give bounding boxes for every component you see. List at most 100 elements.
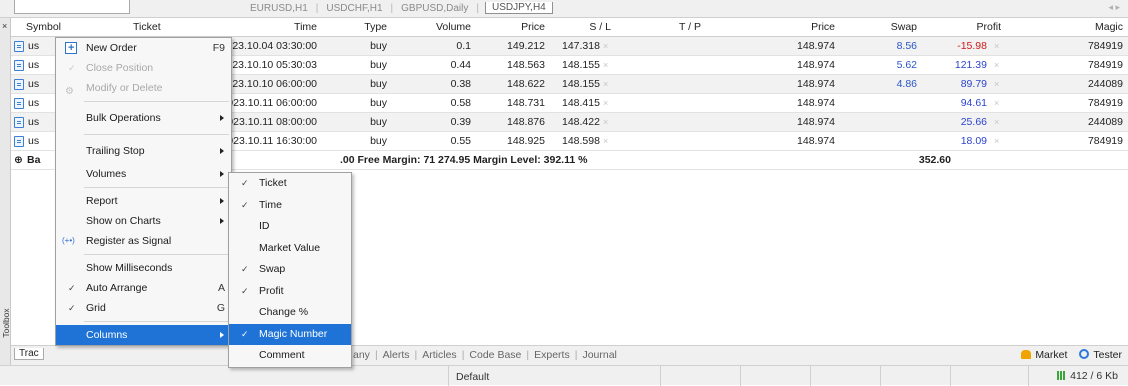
menu-register-signal[interactable]: (+•) Register as Signal xyxy=(56,231,231,251)
menu-separator xyxy=(84,101,229,102)
menu-columns[interactable]: Columns xyxy=(56,325,231,345)
chart-tab[interactable]: USDCHF,H1 xyxy=(324,3,384,14)
cell-symbol: us xyxy=(28,59,40,71)
column-option[interactable]: ✓ Profit xyxy=(229,281,351,303)
close-position-icon[interactable]: × xyxy=(994,56,999,75)
toolbox-label: Toolbox xyxy=(1,308,11,338)
col-symbol[interactable]: Symbol xyxy=(26,18,61,37)
check-icon: ✓ xyxy=(241,264,249,274)
tab-journal[interactable]: Journal xyxy=(577,349,621,361)
column-option[interactable]: Change % xyxy=(229,302,351,324)
column-option[interactable]: ✓ Swap xyxy=(229,259,351,281)
status-divider xyxy=(950,366,951,386)
cell-sl[interactable]: 147.318 × xyxy=(562,37,608,56)
tab-code-base[interactable]: Code Base xyxy=(464,349,526,361)
menu-trailing-stop[interactable]: Trailing Stop xyxy=(56,138,231,164)
tab-articles[interactable]: Articles xyxy=(417,349,461,361)
cell-type: buy xyxy=(370,78,387,90)
menu-label: Bulk Operations xyxy=(86,112,161,124)
cell-tp xyxy=(641,56,701,75)
menu-close-position[interactable]: ✓ Close Position xyxy=(56,58,231,78)
column-option[interactable]: ✓ Magic Number xyxy=(229,323,351,345)
cell-sl[interactable]: 148.598 × xyxy=(562,132,608,151)
cell-current-price: 148.974 xyxy=(797,97,835,109)
col-current-price[interactable]: Price xyxy=(771,18,835,37)
cell-price: 149.212 xyxy=(507,40,545,52)
chart-tab-blank[interactable] xyxy=(14,0,130,14)
tab-scroll-arrows-icon[interactable]: ◂ ▸ xyxy=(1108,2,1120,13)
remove-sl-icon[interactable]: × xyxy=(603,98,608,108)
cell-sl[interactable]: 148.155 × xyxy=(562,56,608,75)
chart-tab-active[interactable]: USDJPY,H4 xyxy=(485,2,553,14)
menu-bulk-operations[interactable]: Bulk Operations xyxy=(56,105,231,131)
remove-sl-icon[interactable]: × xyxy=(603,136,608,146)
cell-symbol: us xyxy=(28,78,40,90)
column-option[interactable]: Market Value xyxy=(229,238,351,260)
position-icon xyxy=(14,98,24,109)
cell-sl[interactable]: 148.155 × xyxy=(562,75,608,94)
col-time[interactable]: Time xyxy=(231,18,317,37)
menu-show-milliseconds[interactable]: Show Milliseconds xyxy=(56,258,231,278)
menu-auto-arrange[interactable]: ✓ Auto Arrange A xyxy=(56,278,231,298)
remove-sl-icon[interactable]: × xyxy=(603,60,608,70)
signal-icon: (+•) xyxy=(62,236,75,245)
menu-volumes[interactable]: Volumes xyxy=(56,164,231,184)
close-position-icon[interactable]: × xyxy=(994,37,999,56)
menu-grid[interactable]: ✓ Grid G xyxy=(56,298,231,318)
cell-type: buy xyxy=(370,40,387,52)
chart-tab[interactable]: GBPUSD,Daily xyxy=(399,3,470,14)
cell-sl[interactable]: 148.415 × xyxy=(562,94,608,113)
market-button[interactable]: Market xyxy=(1021,349,1067,361)
menu-report[interactable]: Report xyxy=(56,191,231,211)
tab-separator: | xyxy=(390,2,394,14)
col-volume[interactable]: Volume xyxy=(411,18,471,37)
cell-price: 148.731 xyxy=(507,97,545,109)
col-profit[interactable]: Profit xyxy=(931,18,1001,37)
cell-type: buy xyxy=(370,97,387,109)
cell-sl[interactable]: 148.422 × xyxy=(562,113,608,132)
menu-separator xyxy=(84,187,229,188)
menu-separator xyxy=(84,134,229,135)
close-icon[interactable]: × xyxy=(2,21,7,31)
cell-current-price: 148.974 xyxy=(797,135,835,147)
menu-new-order[interactable]: New Order F9 xyxy=(56,38,231,58)
col-ticket[interactable]: Ticket xyxy=(133,18,161,37)
close-position-icon[interactable]: × xyxy=(994,94,999,113)
check-icon: ✓ xyxy=(241,285,249,296)
summary-total: 352.60 xyxy=(918,154,951,166)
close-position-icon[interactable]: × xyxy=(994,113,999,132)
col-type[interactable]: Type xyxy=(331,18,387,37)
column-option[interactable]: ✓ Ticket xyxy=(229,173,351,195)
tab-alerts[interactable]: Alerts xyxy=(378,349,415,361)
col-magic[interactable]: Magic xyxy=(1051,18,1123,37)
chart-tab[interactable]: EURUSD,H1 xyxy=(248,3,310,14)
remove-sl-icon[interactable]: × xyxy=(603,117,608,127)
tab-separator: | xyxy=(315,2,319,14)
col-tp[interactable]: T / P xyxy=(641,18,701,37)
close-position-icon[interactable]: × xyxy=(994,132,999,151)
chart-tabs: EURUSD,H1 | USDCHF,H1 | GBPUSD,Daily | U… xyxy=(248,0,553,16)
menu-show-on-charts[interactable]: Show on Charts xyxy=(56,211,231,231)
cell-magic: 244089 xyxy=(1087,78,1123,90)
cell-magic: 244089 xyxy=(1087,116,1123,128)
tab-company[interactable]: any xyxy=(348,349,375,361)
status-profile[interactable]: Default xyxy=(456,371,489,383)
col-sl[interactable]: S / L xyxy=(551,18,611,37)
column-option[interactable]: ✓ Time xyxy=(229,195,351,217)
remove-sl-icon[interactable]: × xyxy=(603,41,608,51)
column-option-label: Profit xyxy=(259,284,284,297)
col-price[interactable]: Price xyxy=(481,18,545,37)
tab-trade[interactable]: Trac xyxy=(14,348,44,360)
cell-type: buy xyxy=(370,59,387,71)
tab-experts[interactable]: Experts xyxy=(529,349,575,361)
remove-sl-icon[interactable]: × xyxy=(603,79,608,89)
menu-modify-delete[interactable]: ⚙ Modify or Delete xyxy=(56,78,231,98)
column-option[interactable]: ID xyxy=(229,216,351,238)
col-swap[interactable]: Swap xyxy=(861,18,917,37)
tester-button[interactable]: Tester xyxy=(1079,349,1122,361)
check-icon: ✓ xyxy=(241,178,249,188)
position-icon xyxy=(14,117,24,128)
close-position-icon[interactable]: × xyxy=(994,75,999,94)
column-option[interactable]: Comment xyxy=(229,345,351,367)
summary-expand-icon[interactable]: ⊕ xyxy=(14,151,23,170)
